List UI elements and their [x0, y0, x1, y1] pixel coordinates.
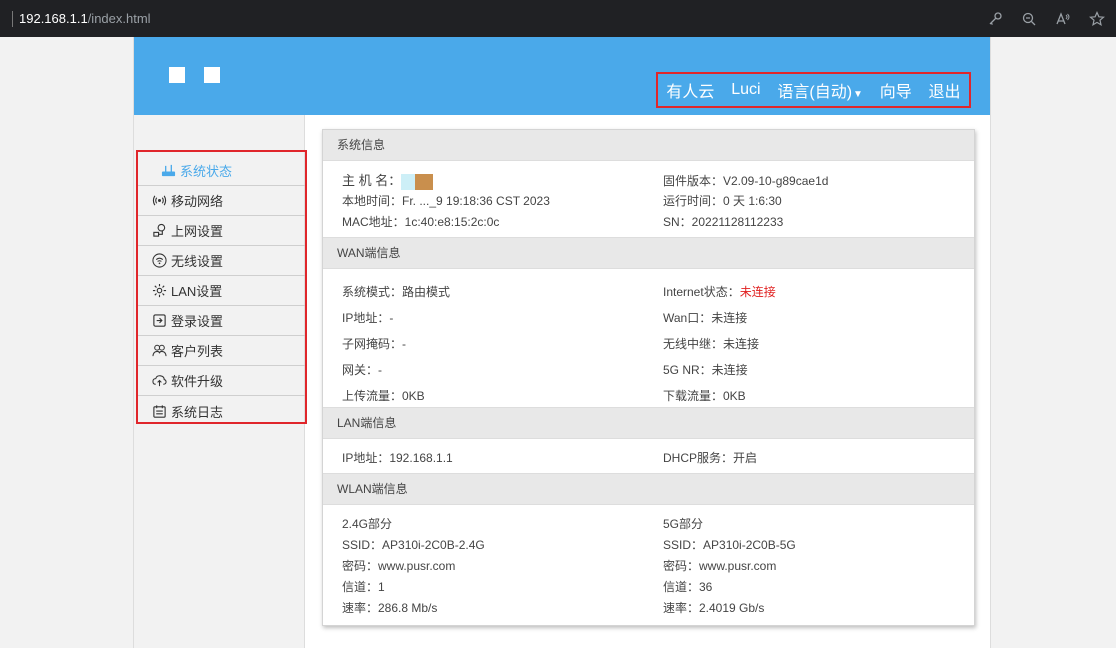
nav-youren-cloud[interactable]: 有人云: [666, 78, 714, 102]
nav-language[interactable]: 语言(自动)▼: [777, 78, 863, 102]
wireless-relay-status: 无线中继：未连接: [663, 337, 760, 351]
system-mode: 系统模式：路由模式: [342, 285, 451, 299]
router-icon: [160, 163, 176, 179]
header-bar: 有人云 Luci 语言(自动)▼ 向导 退出: [134, 37, 990, 115]
lan-info-grid: IP地址：192.168.1.1 DHCP服务：开启: [323, 439, 974, 473]
wan-gateway: 网关：-: [342, 363, 382, 377]
wan-subnet-mask: 子网掩码：-: [342, 337, 406, 351]
sidebar-item-label: 移动网络: [171, 194, 224, 209]
download-traffic: 下载流量：0KB: [663, 389, 746, 403]
wlan-5g-title: 5G部分: [663, 517, 704, 531]
hostname-row: 主 机 名：: [342, 172, 434, 190]
status-panel: 系统信息 主 机 名： 本地时间：Fr. ..._9 19:18:36 CST …: [322, 129, 975, 626]
wlan-24g-password: 密码：www.pusr.com: [342, 559, 456, 573]
hostname-redacted-2: [415, 173, 434, 190]
wlan-5g-ssid: SSID：AP310i-2C0B-5G: [663, 538, 796, 552]
local-time: 本地时间：Fr. ..._9 19:18:36 CST 2023: [342, 194, 550, 208]
nav-logout[interactable]: 退出: [929, 78, 961, 102]
sidebar-item-software-upgrade[interactable]: 软件升级: [138, 366, 305, 396]
internet-status-value: 未连接: [739, 285, 776, 299]
log-icon: [151, 403, 167, 419]
network-icon: [151, 223, 167, 239]
lan-ip-address: IP地址：192.168.1.1: [342, 451, 453, 465]
router-admin-page: 有人云 Luci 语言(自动)▼ 向导 退出 系统状态 移动网络 上网设置 无线…: [133, 37, 991, 648]
browser-tools: [974, 0, 1110, 37]
internet-status: Internet状态：未连接: [663, 283, 776, 301]
firmware-version: 固件版本：V2.09-10-g89cae1d: [663, 174, 829, 188]
url-host: 192.168.1.1: [19, 11, 88, 26]
wlan-5g-channel: 信道：36: [663, 580, 713, 594]
uptime: 运行时间：0 天 1:6:30: [663, 194, 782, 208]
mac-address: MAC地址：1c:40:e8:15:2c:0c: [342, 215, 500, 229]
login-icon: [151, 313, 167, 329]
sidebar-item-lan-settings[interactable]: LAN设置: [138, 276, 305, 306]
address-separator: [12, 10, 13, 27]
favorite-icon[interactable]: [1084, 6, 1110, 32]
sidebar-item-label: 上网设置: [171, 224, 224, 239]
hostname-label: 主 机 名：: [342, 173, 402, 188]
sidebar-item-wireless-settings[interactable]: 无线设置: [138, 246, 305, 276]
sidebar-item-login-settings[interactable]: 登录设置: [138, 306, 305, 336]
sidebar-menu: 系统状态 移动网络 上网设置 无线设置 LAN设置 登录设置 客户列表 软件升级…: [136, 150, 307, 424]
logo-square-left: [169, 67, 185, 83]
nav-wizard[interactable]: 向导: [880, 78, 912, 102]
browser-address-bar: 192.168.1.1/index.html: [0, 0, 1116, 37]
wlan-info-grid: 2.4G部分 SSID：AP310i-2C0B-2.4G 密码：www.pusr…: [323, 505, 974, 623]
zoom-out-icon[interactable]: [1016, 6, 1042, 32]
dhcp-service: DHCP服务：开启: [663, 451, 758, 465]
wan-info-grid: 系统模式：路由模式 IP地址：- 子网掩码：- 网关：- 上传流量：0KB In…: [323, 269, 974, 407]
sidebar-item-client-list[interactable]: 客户列表: [138, 336, 305, 366]
system-info-grid: 主 机 名： 本地时间：Fr. ..._9 19:18:36 CST 2023 …: [323, 161, 974, 237]
sidebar-item-label: 无线设置: [171, 254, 224, 269]
section-title-lan-info: LAN端信息: [323, 407, 974, 439]
sidebar: 系统状态 移动网络 上网设置 无线设置 LAN设置 登录设置 客户列表 软件升级…: [134, 115, 307, 648]
section-title-wlan-info: WLAN端信息: [323, 473, 974, 505]
serial-number: SN：20221128112233: [663, 215, 784, 229]
nr5g-status: 5G NR：未连接: [663, 363, 748, 377]
sidebar-item-mobile-network[interactable]: 移动网络: [138, 186, 305, 216]
hostname-redacted-1: [401, 173, 416, 190]
wlan-5g-password: 密码：www.pusr.com: [663, 559, 777, 573]
sidebar-item-label: LAN设置: [171, 284, 223, 299]
read-aloud-icon[interactable]: [1050, 6, 1076, 32]
sidebar-item-label: 登录设置: [171, 314, 224, 329]
chevron-down-icon: ▼: [853, 89, 863, 100]
wlan-24g-title: 2.4G部分: [342, 517, 393, 531]
signal-icon: [151, 193, 167, 209]
wlan-24g-ssid: SSID：AP310i-2C0B-2.4G: [342, 538, 485, 552]
sidebar-item-label: 系统状态: [180, 164, 233, 179]
section-title-wan-info: WAN端信息: [323, 237, 974, 269]
url-field[interactable]: 192.168.1.1/index.html: [19, 11, 151, 26]
wan-ip-address: IP地址：-: [342, 311, 394, 325]
sidebar-item-system-status[interactable]: 系统状态: [138, 156, 305, 186]
key-icon[interactable]: [982, 6, 1008, 32]
internet-status-label: Internet状态：: [663, 285, 740, 299]
users-icon: [151, 343, 167, 359]
section-title-system-info: 系统信息: [323, 130, 974, 161]
url-path: /index.html: [87, 11, 151, 26]
wan-port-status: Wan口：未连接: [663, 311, 748, 325]
wlan-5g-rate: 速率：2.4019 Gb/s: [663, 601, 765, 615]
sidebar-item-label: 客户列表: [171, 344, 224, 359]
top-navigation: 有人云 Luci 语言(自动)▼ 向导 退出: [656, 72, 971, 108]
sidebar-item-internet-settings[interactable]: 上网设置: [138, 216, 305, 246]
sidebar-item-system-log[interactable]: 系统日志: [138, 396, 305, 426]
nav-language-label: 语言(自动): [777, 84, 853, 101]
logo-square-right: [204, 67, 220, 83]
wifi-icon: [151, 253, 167, 269]
nav-luci[interactable]: Luci: [731, 81, 760, 99]
lan-gear-icon: [151, 283, 167, 299]
sidebar-item-label: 软件升级: [171, 374, 224, 389]
wlan-24g-channel: 信道：1: [342, 580, 385, 594]
wlan-24g-rate: 速率：286.8 Mb/s: [342, 601, 438, 615]
upgrade-icon: [151, 373, 167, 389]
upload-traffic: 上传流量：0KB: [342, 389, 425, 403]
sidebar-item-label: 系统日志: [171, 404, 224, 420]
